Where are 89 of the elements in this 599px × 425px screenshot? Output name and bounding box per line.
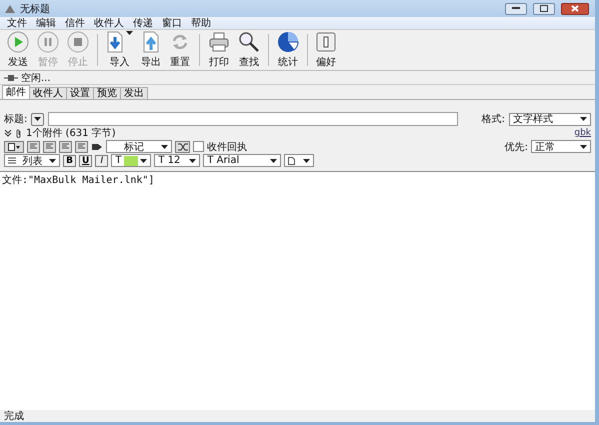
app-logo-icon xyxy=(4,4,16,14)
tab[interactable]: 发出 xyxy=(120,87,148,99)
menu-item[interactable]: 收件人 xyxy=(94,16,124,30)
align-button[interactable] xyxy=(43,140,56,152)
maximize-button[interactable] xyxy=(533,2,555,14)
caret-icon xyxy=(34,117,42,121)
mark-select[interactable]: 标记 xyxy=(106,140,172,153)
toolbar-button[interactable]: 导出 xyxy=(138,31,164,69)
pie-chart-icon xyxy=(277,31,299,53)
tab[interactable]: 邮件 xyxy=(2,85,30,99)
close-icon xyxy=(571,5,579,12)
align-button[interactable] xyxy=(27,140,40,152)
priority-label: 优先: xyxy=(504,140,528,154)
subject-field[interactable] xyxy=(48,112,458,126)
align-icon xyxy=(29,143,38,150)
toolbar-button[interactable]: 统计 xyxy=(274,31,302,69)
paperclip-icon xyxy=(16,128,22,138)
align-icon xyxy=(45,143,54,150)
dropdown-caret-icon xyxy=(126,31,133,35)
double-chevron-icon xyxy=(4,130,12,136)
minimize-button[interactable] xyxy=(505,2,527,14)
receipt-label: 收件回执 xyxy=(207,140,247,154)
receipt-checkbox[interactable] xyxy=(193,141,204,152)
tab[interactable]: 预览 xyxy=(93,87,121,99)
caret-icon xyxy=(189,158,196,162)
tab[interactable]: 收件人 xyxy=(29,87,67,99)
document-down-arrow-icon xyxy=(106,31,124,53)
tag-icon xyxy=(91,142,103,152)
window-title: 无标题 xyxy=(20,2,51,16)
status-bar-text: 完成 xyxy=(4,410,24,423)
format-label: 格式: xyxy=(482,112,505,126)
menu-item[interactable]: 窗口 xyxy=(162,16,182,30)
align-button[interactable] xyxy=(75,140,88,152)
paragraph-dropdown[interactable] xyxy=(4,140,24,152)
attachment-count: 1个附件 (631 字节) xyxy=(26,126,116,140)
body-text: 文件:"MaxBulk Mailer.lnk"] xyxy=(2,175,154,186)
style-button[interactable]: U xyxy=(79,154,92,166)
toolbar-button[interactable]: 打印 xyxy=(205,31,233,69)
text-color-select[interactable]: T xyxy=(111,154,152,167)
page-icon xyxy=(288,156,296,164)
shuffle-icon xyxy=(178,142,188,150)
connector-icon xyxy=(4,74,18,80)
message-body[interactable]: 文件:"MaxBulk Mailer.lnk"] xyxy=(0,171,595,410)
font-select[interactable]: T Arial xyxy=(203,154,282,167)
stop-icon xyxy=(67,31,89,53)
paragraph-icon xyxy=(8,142,20,150)
charset-link[interactable]: gbk xyxy=(574,128,591,138)
caret-icon xyxy=(49,158,56,162)
menu-item[interactable]: 文件 xyxy=(7,16,27,30)
tab[interactable]: 设置 xyxy=(66,87,94,99)
shuffle-button[interactable] xyxy=(175,140,190,152)
format-select[interactable]: 文字样式 xyxy=(509,112,591,126)
pause-icon xyxy=(37,31,59,53)
toolbar-button[interactable]: 导入 xyxy=(103,31,136,69)
caret-icon xyxy=(270,158,278,162)
toolbar-button[interactable]: 重置 xyxy=(166,31,194,69)
play-icon xyxy=(7,31,29,53)
switch-icon xyxy=(316,31,336,53)
document-up-arrow-icon xyxy=(142,31,160,53)
maximize-icon xyxy=(540,5,548,12)
menu-item[interactable]: 信件 xyxy=(65,16,85,30)
subject-label: 标题: xyxy=(4,112,28,126)
menu-item[interactable]: 传递 xyxy=(133,16,153,30)
subject-dropdown[interactable] xyxy=(31,112,44,126)
caret-icon xyxy=(140,158,148,162)
caret-icon xyxy=(161,144,168,148)
minimize-icon xyxy=(512,7,520,10)
align-icon xyxy=(61,143,70,150)
menu-item[interactable]: 编辑 xyxy=(36,16,56,30)
align-button[interactable] xyxy=(59,140,72,152)
magnifier-icon xyxy=(238,31,260,53)
style-button[interactable]: I xyxy=(95,154,108,166)
toolbar-button[interactable]: 查找 xyxy=(235,31,263,69)
align-icon xyxy=(77,143,86,150)
list-icon xyxy=(8,157,16,164)
font-size-select[interactable]: T 12 xyxy=(154,154,200,167)
caret-icon xyxy=(580,144,587,148)
close-button[interactable] xyxy=(561,2,589,14)
priority-select[interactable]: 正常 xyxy=(531,140,591,153)
status-text: 空闲... xyxy=(21,72,51,84)
caret-icon xyxy=(303,158,310,162)
printer-icon xyxy=(208,31,230,53)
menu-item[interactable]: 帮助 xyxy=(191,16,211,30)
page-select[interactable] xyxy=(284,154,314,167)
toolbar-button[interactable]: 偏好 xyxy=(313,31,339,69)
style-button[interactable]: B xyxy=(63,154,76,166)
toolbar-button[interactable]: 发送 xyxy=(4,31,32,69)
list-select[interactable]: 列表 xyxy=(4,154,60,167)
caret-icon xyxy=(580,117,587,121)
